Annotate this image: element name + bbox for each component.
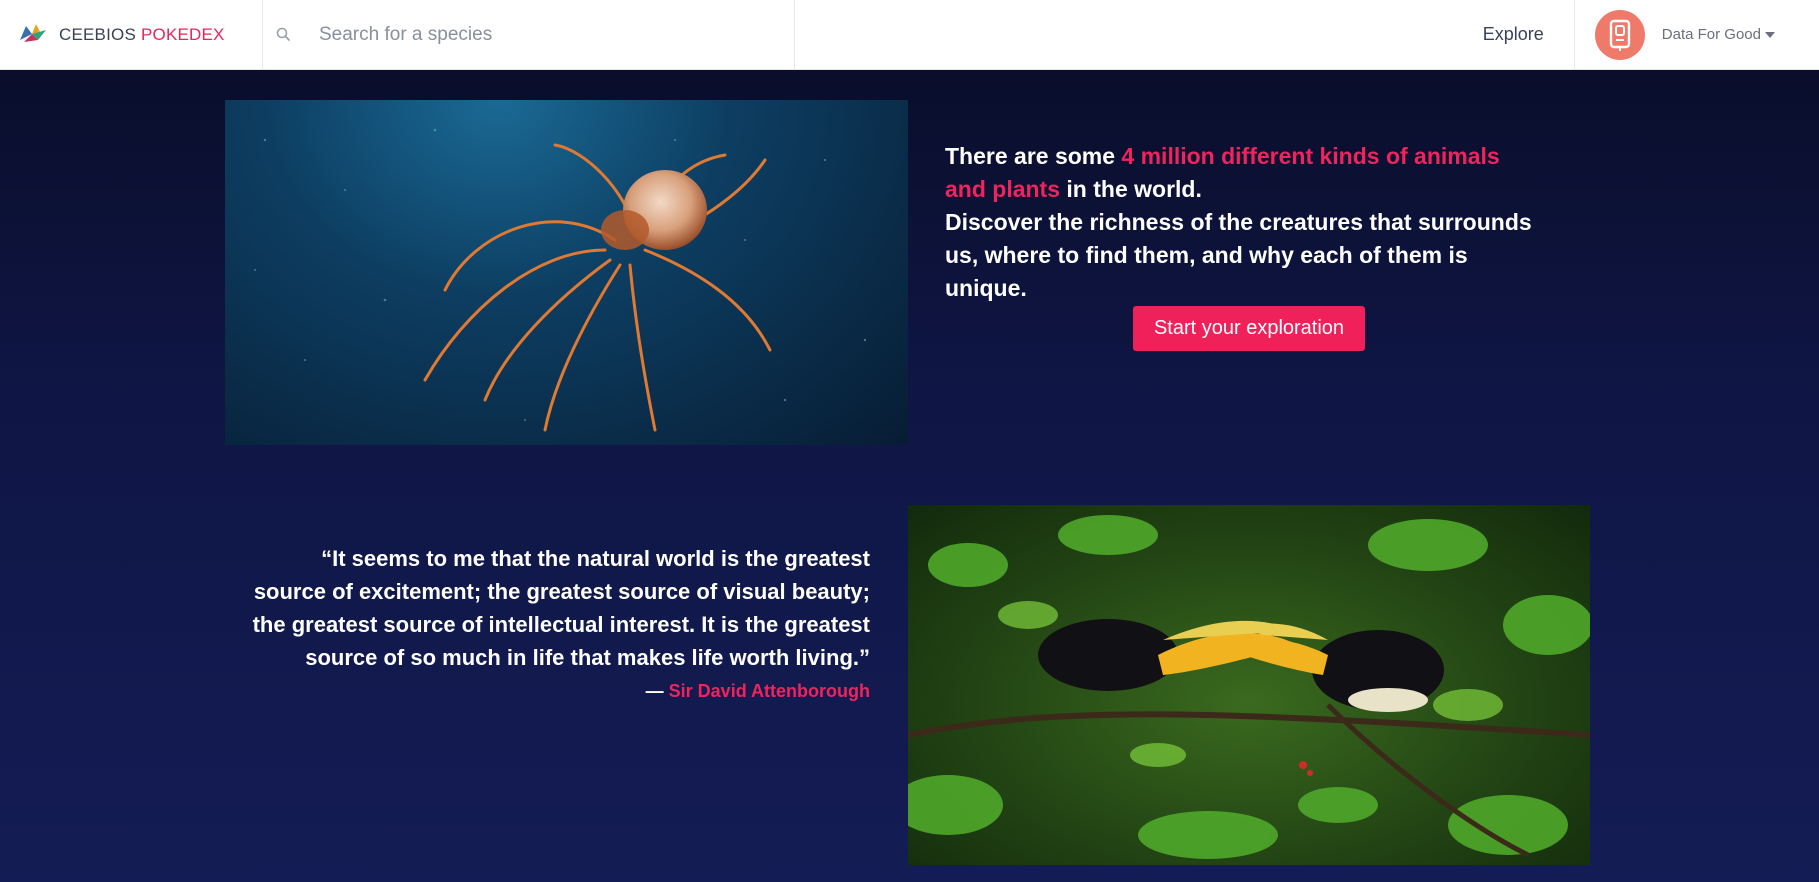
user-name: Data For Good [1661, 26, 1761, 43]
search-input[interactable] [319, 23, 759, 46]
search-icon [276, 27, 290, 41]
data-for-good-logo-icon [1609, 19, 1630, 51]
hero-intro: There are some 4 million different kinds… [945, 140, 1545, 305]
top-navbar: CEEBIOSPOKEDEX Explore Data For Good [0, 0, 1819, 70]
start-exploration-button[interactable]: Start your exploration [1133, 306, 1365, 351]
brand-name: CEEBIOS POKEDEX [59, 24, 225, 44]
bird-logo-icon [20, 23, 46, 42]
jellyfish-photo [225, 100, 908, 445]
brand-accent: POKEDEX [140, 24, 225, 44]
attenborough-quote: “It seems to me that the natural world i… [252, 546, 870, 670]
brand-link[interactable]: CEEBIOS POKEDEX [0, 0, 263, 70]
hornbills-photo [908, 505, 1590, 865]
quote-attribution: — Sir David Attenborough [645, 681, 870, 701]
avatar [1594, 9, 1645, 60]
user-menu[interactable]: Data For Good [1573, 0, 1819, 70]
hornbills-illustration [908, 515, 1590, 859]
quote-author-name: Sir David Attenborough [668, 681, 870, 701]
caret-down-icon [1765, 31, 1775, 38]
hero-intro-sentence: There are some 4 million different kinds… [945, 143, 1500, 202]
search-bar [263, 0, 795, 70]
explore-link[interactable]: Explore [1453, 0, 1574, 70]
jellyfish-illustration [254, 128, 867, 432]
hero-discover-text: Discover the richness of the creatures t… [945, 209, 1532, 301]
